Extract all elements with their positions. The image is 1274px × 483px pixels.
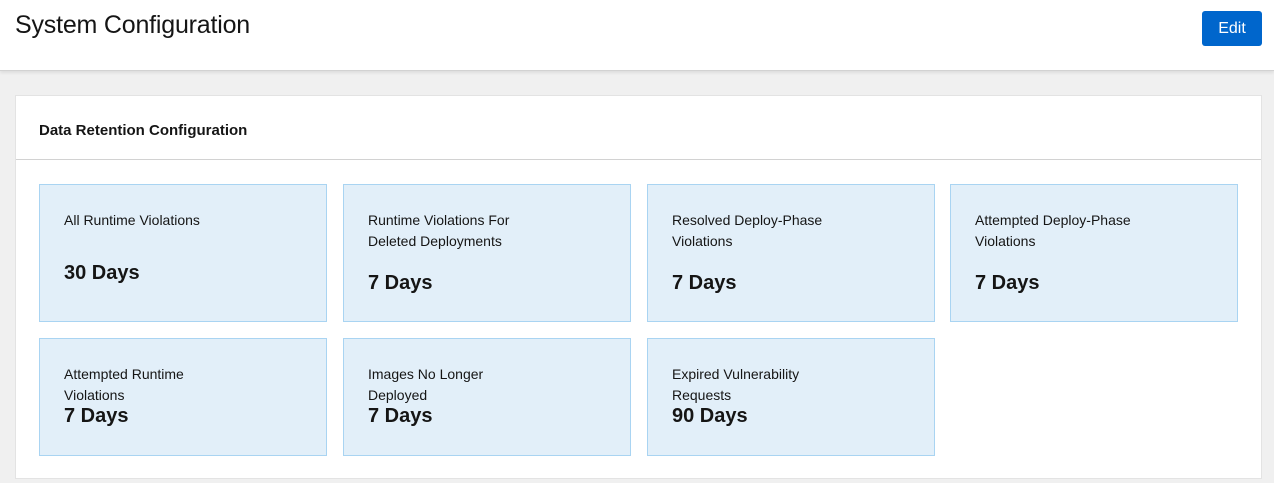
tile-value: 7 Days [368, 272, 433, 294]
retention-tile-all-runtime-violations: All Runtime Violations 30 Days [39, 184, 327, 322]
tile-label: Attempted Runtime Violations [64, 366, 184, 403]
tile-value: 7 Days [368, 405, 433, 427]
page-header: System Configuration Edit [0, 0, 1274, 71]
tile-label: Expired Vulnerability Requests [672, 366, 800, 403]
tile-label: Attempted Deploy-Phase Violations [975, 212, 1131, 249]
data-retention-card: Data Retention Configuration All Runtime… [15, 95, 1262, 479]
tile-value: 7 Days [64, 405, 129, 427]
retention-tile-resolved-deploy-phase-violations: Resolved Deploy-Phase Violations 7 Days [647, 184, 935, 322]
tile-value: 7 Days [975, 272, 1040, 294]
retention-tile-attempted-runtime-violations: Attempted Runtime Violations 7 Days [39, 338, 327, 456]
tile-label: All Runtime Violations [64, 212, 200, 228]
tile-value: 30 Days [64, 262, 140, 284]
page-title: System Configuration [15, 11, 251, 39]
tile-value: 7 Days [672, 272, 737, 294]
retention-tile-expired-vulnerability-requests: Expired Vulnerability Requests 90 Days [647, 338, 935, 456]
card-header: Data Retention Configuration [16, 96, 1261, 160]
retention-tile-attempted-deploy-phase-violations: Attempted Deploy-Phase Violations 7 Days [950, 184, 1238, 322]
edit-button[interactable]: Edit [1202, 11, 1262, 46]
card-title: Data Retention Configuration [39, 122, 248, 139]
retention-tile-images-no-longer-deployed: Images No Longer Deployed 7 Days [343, 338, 631, 456]
tile-label: Resolved Deploy-Phase Violations [672, 212, 823, 249]
tile-label: Images No Longer Deployed [368, 366, 484, 403]
tile-label: Runtime Violations For Deleted Deploymen… [368, 212, 510, 249]
tile-value: 90 Days [672, 405, 748, 427]
retention-tile-runtime-violations-deleted-deployments: Runtime Violations For Deleted Deploymen… [343, 184, 631, 322]
